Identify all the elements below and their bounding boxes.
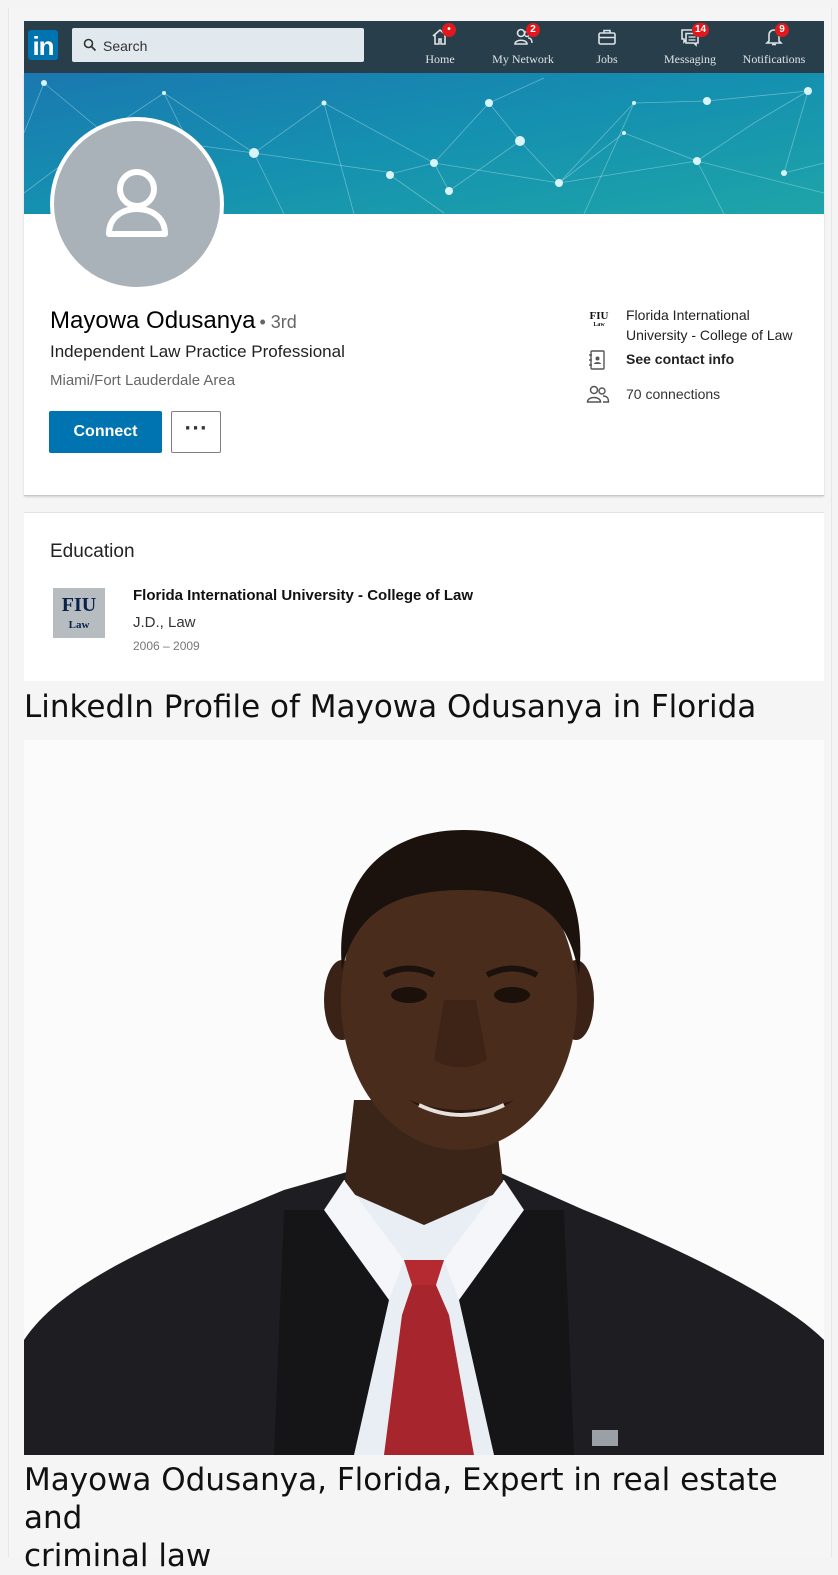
- nav-notifications-label: Notifications: [742, 52, 806, 66]
- education-dates: 2006 – 2009: [133, 639, 200, 653]
- search-icon: [83, 38, 97, 52]
- side-school-line2: University - College of Law: [626, 327, 793, 343]
- portrait-photo: [24, 740, 824, 1455]
- nav-jobs-label: Jobs: [596, 52, 618, 66]
- more-actions-button[interactable]: ···: [171, 411, 221, 453]
- profile-avatar[interactable]: [50, 117, 224, 291]
- nav-notifications[interactable]: 9 Notifications: [738, 21, 810, 73]
- profile-name: Mayowa Odusanya: [50, 307, 256, 334]
- profile-headline: Independent Law Practice Professional: [50, 342, 345, 361]
- connections-icon: [586, 385, 610, 403]
- side-school-name: Florida International University - Colle…: [626, 305, 793, 345]
- connections-count: 70 connections: [626, 386, 721, 402]
- search-box[interactable]: [72, 28, 364, 64]
- search-input[interactable]: [101, 28, 355, 64]
- nav-home[interactable]: • Home: [419, 21, 461, 73]
- person-placeholder-icon: [106, 169, 168, 237]
- nav-messaging-label: Messaging: [664, 52, 716, 66]
- see-contact-info-label: See contact info: [626, 351, 735, 367]
- photo-caption-line2: criminal law: [24, 1538, 212, 1574]
- nav-messaging[interactable]: 14 Messaging: [658, 21, 722, 73]
- photo-caption: Mayowa Odusanya, Florida, Expert in real…: [24, 1461, 838, 1575]
- fiu-law-logo[interactable]: FIU Law: [53, 588, 105, 638]
- fiu-logo-small: FIU Law: [586, 311, 612, 329]
- top-nav-bar: in • Home 2 My Network Jobs 14 Messaging…: [24, 21, 824, 73]
- linkedin-logo[interactable]: in: [28, 30, 58, 61]
- fiu-logo-small-text: FIU: [589, 310, 609, 322]
- nav-jobs[interactable]: Jobs: [587, 21, 627, 73]
- screenshot-caption: LinkedIn Profile of Mayowa Odusanya in F…: [24, 689, 757, 725]
- profile-name-line: Mayowa Odusanya • 3rd: [50, 307, 297, 335]
- fiu-logo-text: FIU: [61, 594, 97, 616]
- nav-my-network-label: My Network: [492, 52, 554, 66]
- home-badge: •: [442, 23, 456, 37]
- photo-caption-line1: Mayowa Odusanya, Florida, Expert in real…: [24, 1462, 778, 1536]
- education-heading: Education: [50, 541, 135, 562]
- portrait-illustration: [24, 740, 824, 1455]
- profile-card: Mayowa Odusanya • 3rd Independent Law Pra…: [24, 73, 824, 496]
- nav-my-network[interactable]: 2 My Network: [488, 21, 558, 73]
- connect-button[interactable]: Connect: [49, 411, 162, 453]
- fiu-logo-small-sub: Law: [593, 322, 605, 328]
- profile-location: Miami/Fort Lauderdale Area: [50, 372, 236, 389]
- education-degree: J.D., Law: [133, 614, 196, 631]
- fiu-logo-sub: Law: [68, 619, 90, 631]
- notifications-badge: 9: [775, 23, 789, 37]
- briefcase-icon: [598, 29, 616, 45]
- address-book-icon: [589, 350, 605, 370]
- nav-home-label: Home: [425, 52, 455, 66]
- network-badge: 2: [526, 23, 540, 37]
- education-school-name[interactable]: Florida International University - Colle…: [133, 587, 473, 604]
- connection-degree: • 3rd: [259, 312, 297, 332]
- messaging-badge: 14: [692, 23, 710, 37]
- education-section: Education FIU Law Florida International …: [24, 512, 824, 681]
- side-school-line1: Florida International: [626, 307, 750, 323]
